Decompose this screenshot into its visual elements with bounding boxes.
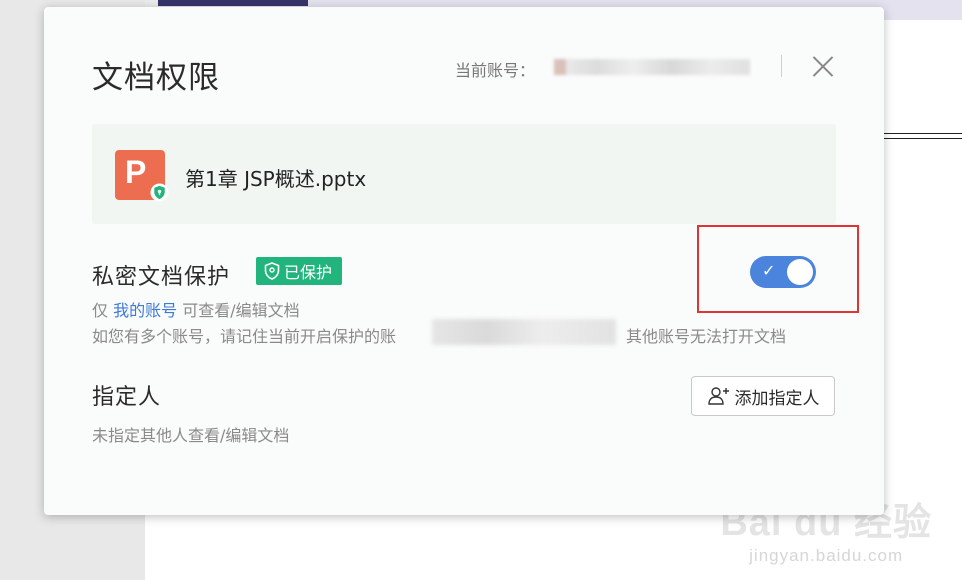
privacy-note: 如您有多个账号，请记住当前开启保护的账 bbox=[92, 327, 397, 346]
current-account-value-blurred bbox=[554, 59, 750, 75]
close-icon[interactable] bbox=[809, 53, 837, 81]
pptx-file-icon: P bbox=[115, 150, 169, 202]
protected-badge: 已保护 bbox=[256, 257, 343, 285]
protected-badge-label: 已保护 bbox=[284, 263, 333, 282]
shield-badge-icon bbox=[150, 183, 169, 202]
add-user-icon bbox=[707, 387, 729, 405]
dialog-title: 文档权限 bbox=[92, 60, 220, 96]
privacy-note-tail: 其他账号无法打开文档 bbox=[626, 327, 787, 346]
background-line bbox=[884, 138, 962, 139]
shield-icon bbox=[264, 262, 280, 280]
privacy-desc-suffix: 可查看/编辑文档 bbox=[177, 301, 300, 320]
assignee-description: 未指定其他人查看/编辑文档 bbox=[92, 426, 290, 445]
file-name: 第1章 JSP概述.pptx bbox=[185, 167, 367, 191]
header-divider bbox=[781, 55, 782, 77]
add-assignee-label: 添加指定人 bbox=[734, 388, 820, 409]
current-account-label: 当前账号： bbox=[455, 61, 536, 80]
add-assignee-button[interactable]: 添加指定人 bbox=[691, 376, 835, 416]
privacy-note-blurred bbox=[432, 319, 616, 345]
background-line bbox=[884, 133, 962, 134]
pptx-letter: P bbox=[125, 154, 147, 190]
privacy-desc-prefix: 仅 bbox=[92, 301, 114, 320]
check-icon: ✓ bbox=[762, 261, 776, 280]
assignee-title: 指定人 bbox=[92, 385, 162, 410]
private-protection-title: 私密文档保护 bbox=[92, 265, 231, 290]
background-toolbar-accent bbox=[158, 0, 308, 6]
private-protection-toggle[interactable]: ✓ bbox=[750, 256, 816, 288]
file-card: P 第1章 JSP概述.pptx bbox=[92, 124, 836, 224]
watermark-url-text: jingyan.baidu.com bbox=[749, 546, 904, 565]
my-account-link[interactable]: 我的账号 bbox=[113, 301, 177, 320]
privacy-description: 仅 我的账号 可查看/编辑文档 bbox=[92, 297, 300, 321]
toggle-knob bbox=[787, 259, 813, 285]
document-permission-dialog: 文档权限 当前账号： P 第1章 JSP概述.pptx 私密文档保护 已保护 仅… bbox=[44, 7, 884, 515]
